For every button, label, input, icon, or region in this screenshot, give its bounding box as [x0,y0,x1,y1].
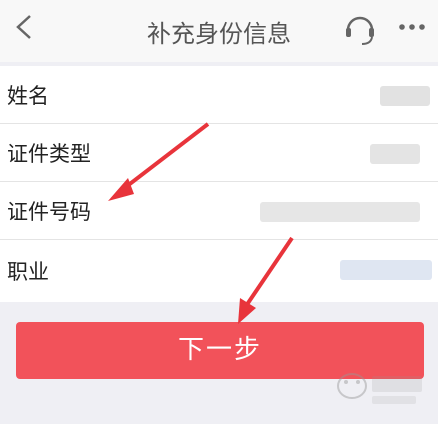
id-number-label: 证件号码 [7,200,91,224]
occupation-label: 职业 [7,260,49,284]
id-number-value-blurred [260,202,420,222]
occupation-value-blurred [340,260,432,280]
form-row-id-type[interactable]: 证件类型 [0,124,438,182]
name-value-blurred [380,86,430,106]
ellipsis-icon[interactable] [394,10,430,44]
form-row-occupation[interactable]: 职业 [0,240,438,302]
header-bar: 补充身份信息 [0,0,438,62]
headset-icon[interactable] [340,8,380,48]
name-label: 姓名 [7,84,49,108]
id-type-label: 证件类型 [7,142,91,166]
form-row-name[interactable]: 姓名 [0,66,438,124]
id-type-value-blurred [370,144,420,164]
watermark-graphic [332,366,428,412]
identity-form: 姓名 证件类型 证件号码 职业 [0,66,438,302]
form-row-id-number[interactable]: 证件号码 [0,182,438,240]
